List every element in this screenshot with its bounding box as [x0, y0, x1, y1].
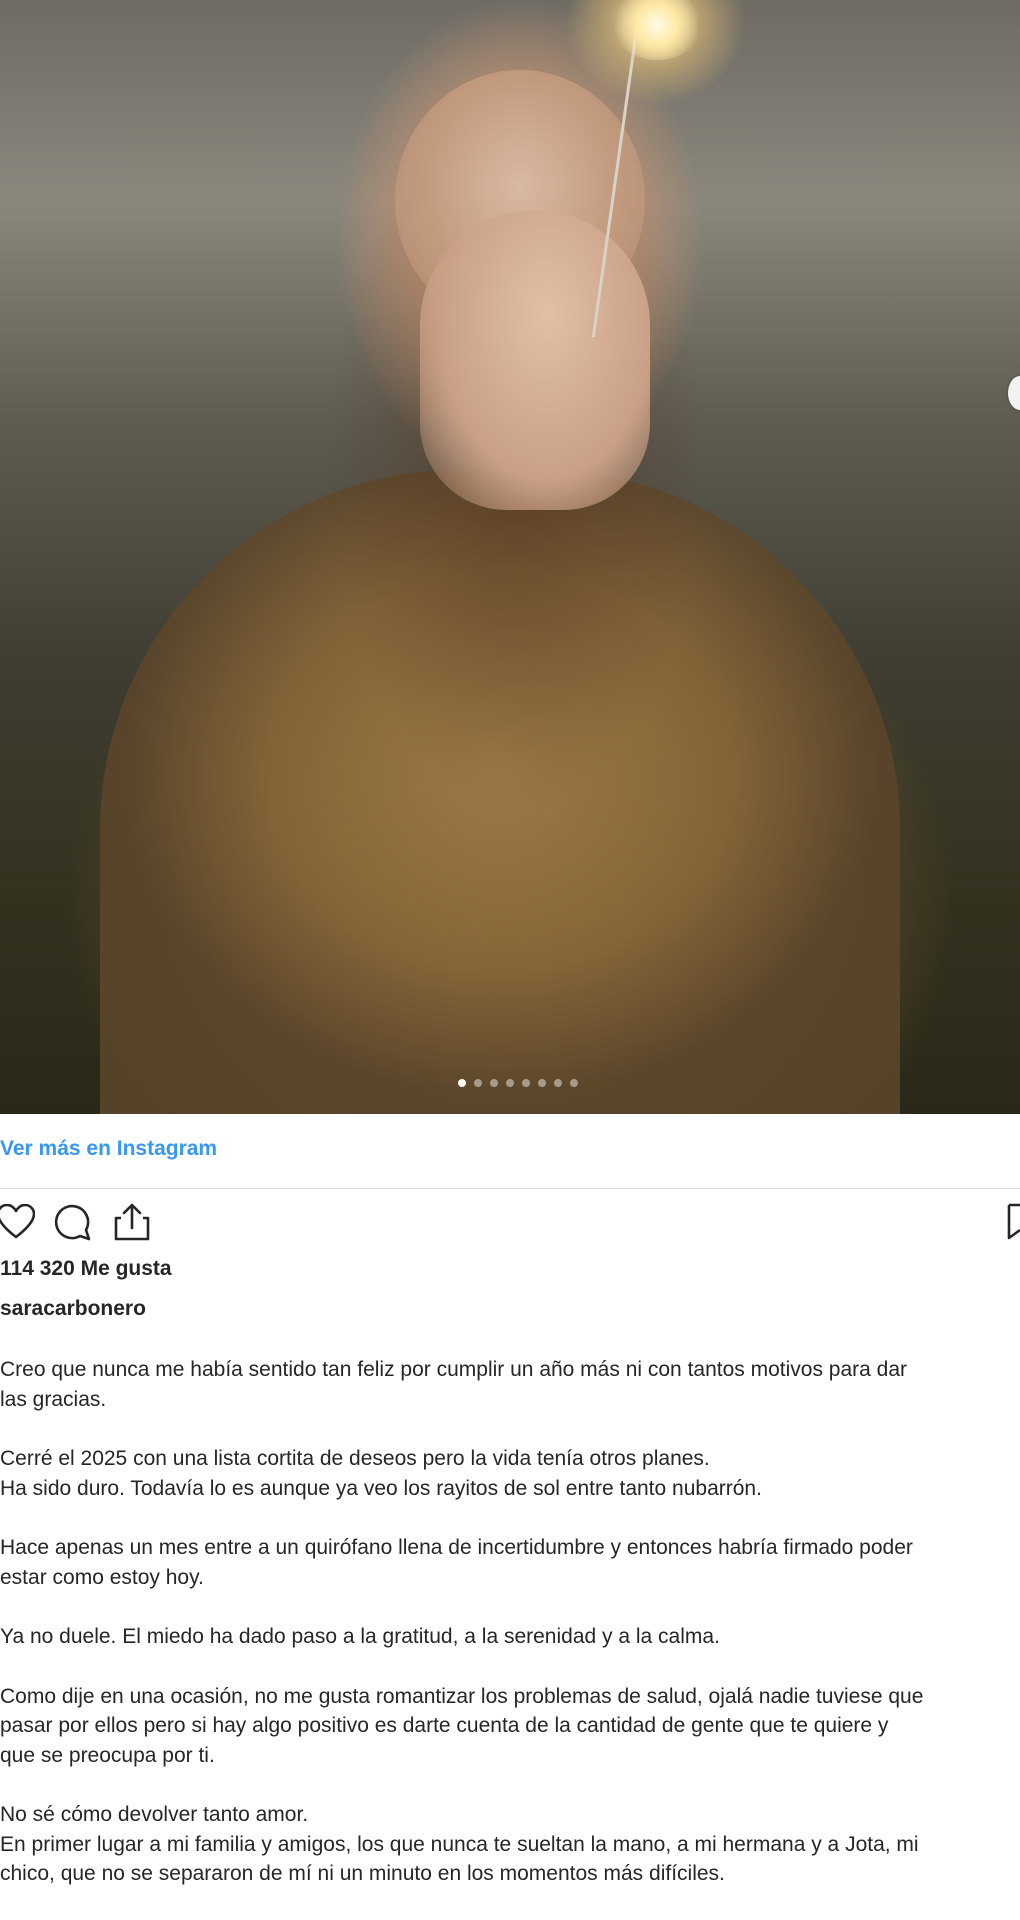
caption-line: No sé cómo devolver tanto amor. [0, 1803, 309, 1826]
action-bar [0, 1200, 1020, 1246]
caption-line: pasar por ellos pero si hay algo positiv… [0, 1714, 889, 1737]
caption-line: Cerré el 2025 con una lista cortita de d… [0, 1447, 710, 1470]
carousel-dot-active[interactable] [458, 1079, 466, 1087]
caption-line: las gracias. [0, 1387, 107, 1411]
carousel-dot[interactable] [570, 1079, 578, 1087]
caption-line: que se preocupa por ti. [0, 1743, 215, 1767]
caption-line: Como dije en una ocasión, no me gusta ro… [0, 1684, 924, 1708]
carousel-dot[interactable] [474, 1079, 482, 1087]
comment-icon[interactable] [52, 1200, 92, 1244]
post-caption: Creo que nunca me había sentido tan feli… [0, 1355, 1020, 1919]
divider [0, 1188, 1020, 1189]
heart-icon[interactable] [0, 1200, 36, 1244]
post-photo[interactable] [0, 0, 1020, 1114]
carousel-dot[interactable] [506, 1079, 514, 1087]
bookmark-icon[interactable] [1006, 1200, 1020, 1244]
carousel-dot[interactable] [554, 1079, 562, 1087]
caption-line: estar como estoy hoy. [0, 1565, 204, 1589]
caption-line: Creo que nunca me había sentido tan feli… [0, 1358, 908, 1381]
caption-line: Hace apenas un mes entre a un quirófano … [0, 1536, 913, 1559]
carousel-dot[interactable] [490, 1079, 498, 1087]
carousel-dot[interactable] [538, 1079, 546, 1087]
carousel-next-button[interactable] [1008, 376, 1020, 410]
share-icon[interactable] [112, 1200, 152, 1244]
carousel-dot[interactable] [522, 1079, 530, 1087]
post-username[interactable]: saracarbonero [0, 1297, 146, 1321]
caption-line: Ha sido duro. Todavía lo es aunque ya ve… [0, 1476, 762, 1500]
carousel-dots [458, 1079, 578, 1087]
view-more-link[interactable]: Ver más en Instagram [0, 1137, 217, 1161]
caption-line: chico, que no se separaron de mí ni un m… [0, 1862, 725, 1885]
caption-line: Ya no duele. El miedo ha dado paso a la … [0, 1625, 720, 1648]
caption-line: En primer lugar a mi familia y amigos, l… [0, 1832, 919, 1856]
photo-hand [420, 210, 650, 510]
likes-count[interactable]: 114 320 Me gusta [0, 1257, 172, 1281]
